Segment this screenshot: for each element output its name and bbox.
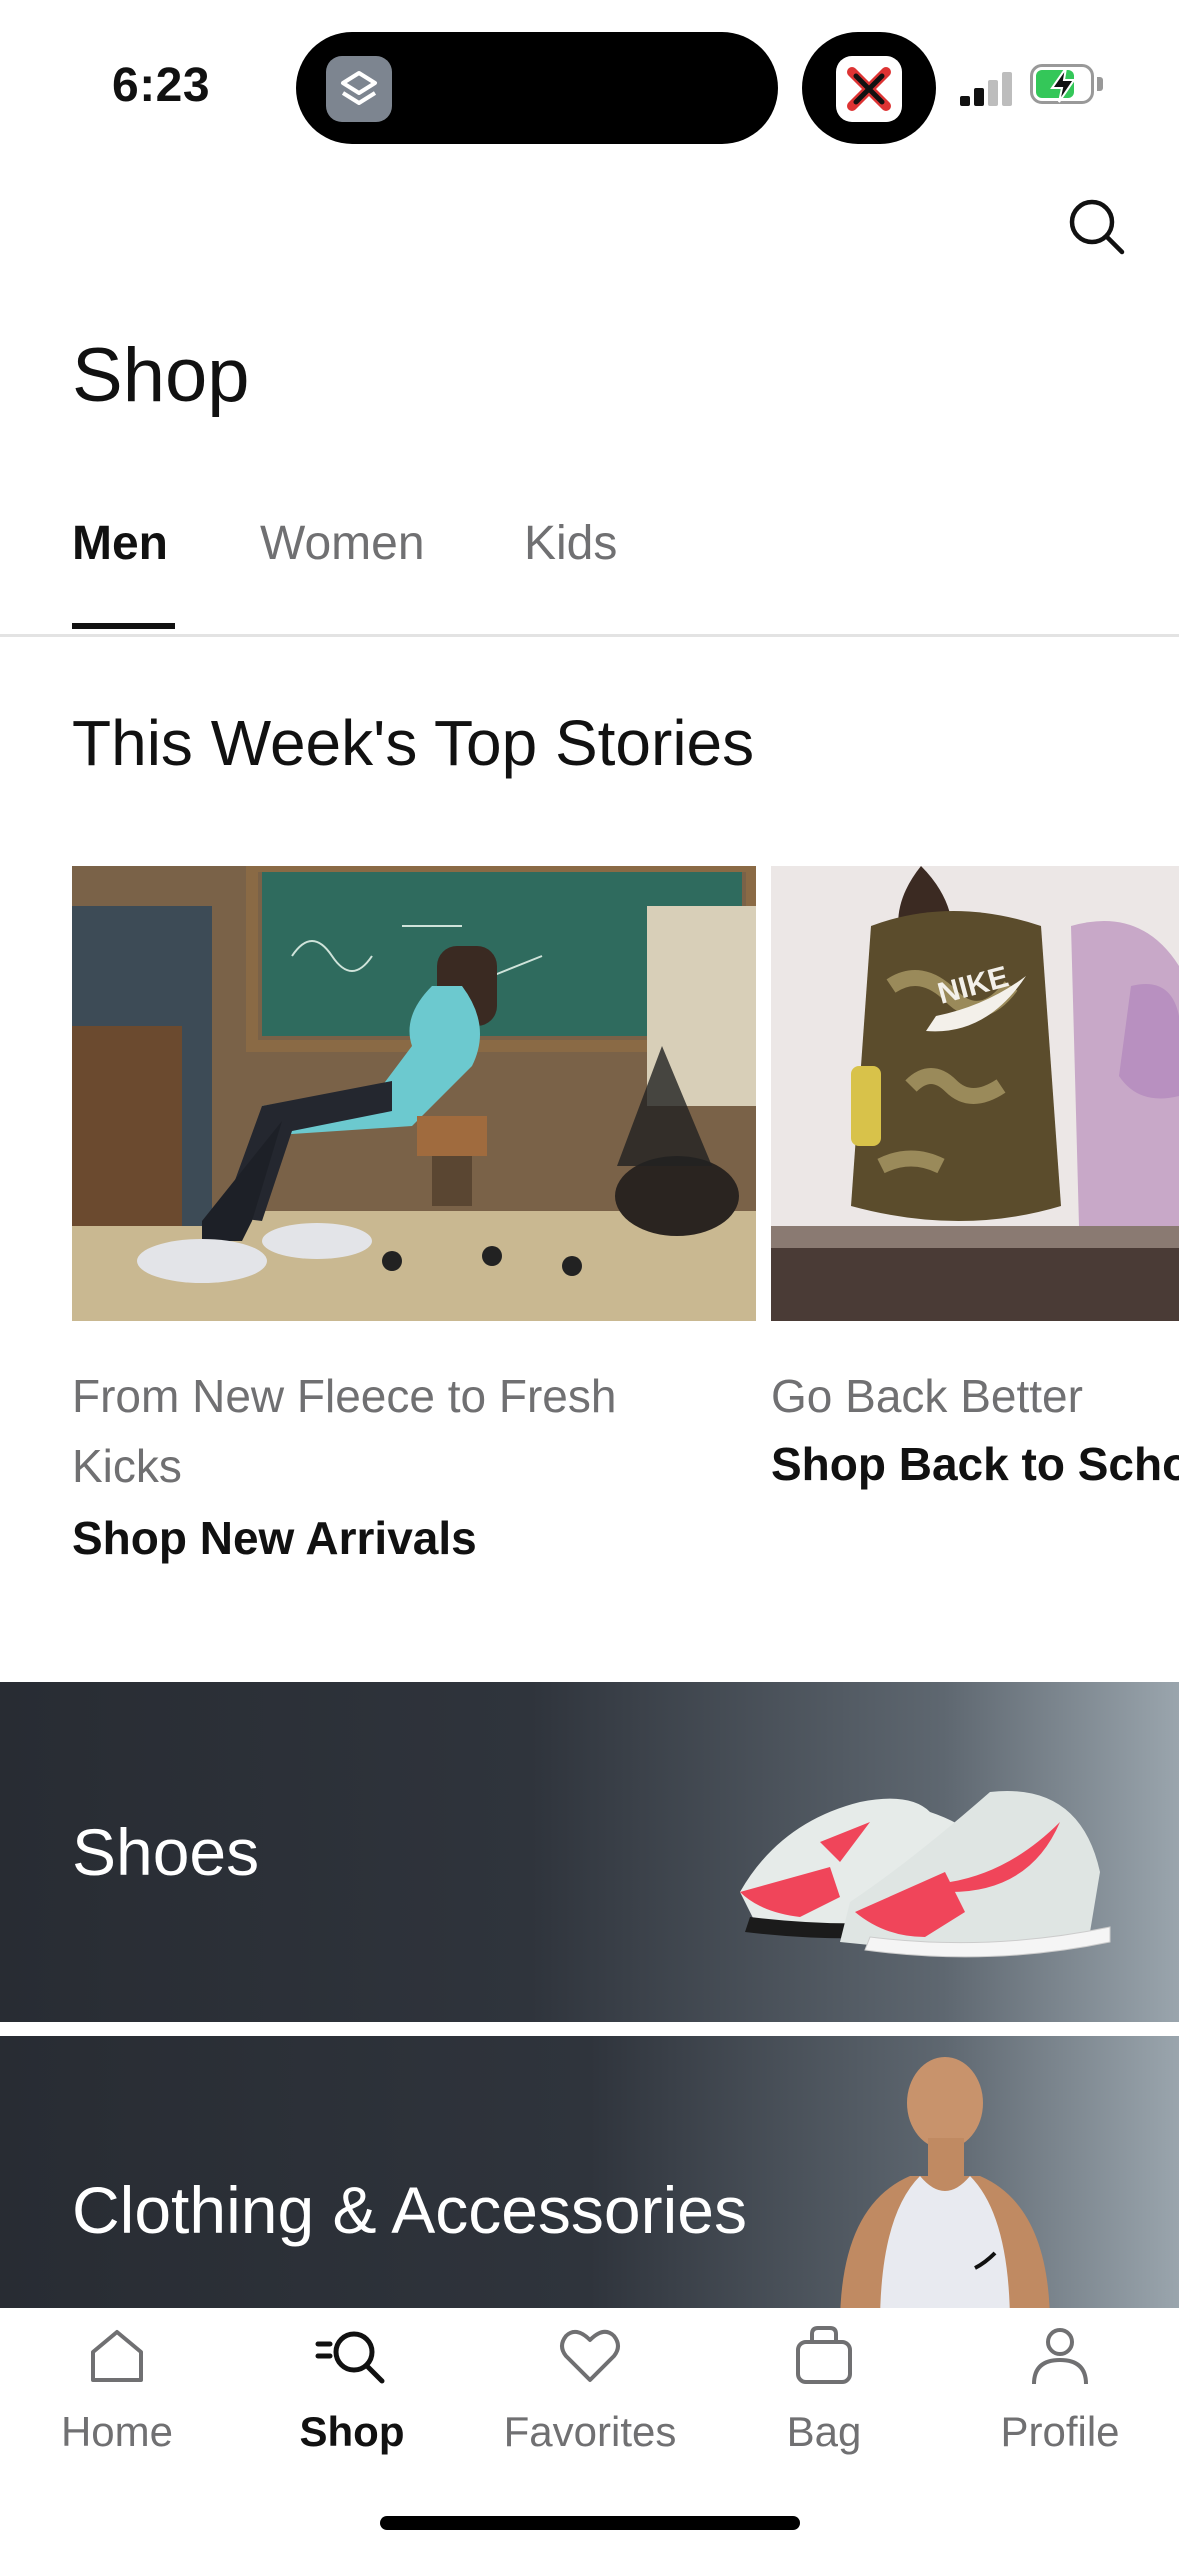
nav-home[interactable]: Home bbox=[17, 2316, 217, 2456]
cellular-signal-icon bbox=[960, 70, 1016, 106]
story-card-new-arrivals[interactable]: From New Fleece to Fresh Kicks Shop New … bbox=[72, 866, 756, 1565]
shortcuts-app-icon bbox=[326, 56, 392, 122]
nav-label: Shop bbox=[299, 2408, 405, 2455]
model-image bbox=[840, 2057, 1050, 2326]
story-subtitle: From New Fleece to Fresh Kicks bbox=[72, 1370, 617, 1492]
active-tab-indicator bbox=[72, 623, 175, 629]
status-time: 6:23 bbox=[112, 59, 211, 112]
search-button[interactable] bbox=[1062, 192, 1132, 262]
app-activity-icon bbox=[836, 56, 902, 122]
home-indicator[interactable] bbox=[380, 2516, 800, 2530]
dynamic-island[interactable] bbox=[296, 32, 778, 144]
nav-label: Profile bbox=[1000, 2408, 1120, 2455]
bag-icon bbox=[796, 2326, 852, 2384]
story-subtitle: Go Back Better bbox=[771, 1370, 1083, 1422]
category-label: Clothing & Accessories bbox=[72, 2173, 747, 2247]
nav-label: Bag bbox=[786, 2408, 862, 2455]
gender-tabs: Men Women Kids bbox=[0, 500, 1179, 637]
category-shoes-banner[interactable]: Shoes bbox=[0, 1682, 1179, 2022]
page-title: Shop bbox=[72, 333, 250, 418]
nav-shop[interactable]: Shop bbox=[252, 2316, 452, 2456]
tab-men[interactable]: Men bbox=[72, 516, 168, 571]
live-activity[interactable] bbox=[802, 32, 936, 144]
nav-label: Favorites bbox=[503, 2408, 677, 2455]
battery-icon bbox=[1030, 64, 1104, 106]
search-icon bbox=[1069, 199, 1125, 255]
heart-icon bbox=[560, 2329, 620, 2382]
tab-kids[interactable]: Kids bbox=[524, 516, 617, 571]
story-link[interactable]: Shop New Arrivals bbox=[72, 1511, 756, 1565]
tab-women[interactable]: Women bbox=[260, 516, 425, 571]
profile-icon bbox=[1032, 2328, 1088, 2385]
story-link[interactable]: Shop Back to School bbox=[771, 1437, 1179, 1491]
home-icon bbox=[91, 2330, 143, 2382]
nav-bag[interactable]: Bag bbox=[724, 2316, 924, 2456]
shoes-image bbox=[740, 1791, 1111, 1958]
story-card-back-to-school[interactable]: NIKE Go Back Better Shop Back to School bbox=[771, 866, 1179, 1491]
status-bar: 6:23 bbox=[0, 0, 1179, 170]
nav-label: Home bbox=[60, 2408, 174, 2455]
story-image-backpack: NIKE bbox=[771, 866, 1179, 1321]
category-label: Shoes bbox=[72, 1815, 260, 1889]
story-image-classroom bbox=[72, 866, 756, 1321]
category-clothing-banner[interactable]: Clothing & Accessories bbox=[0, 2036, 1179, 2326]
shop-search-icon bbox=[315, 2331, 385, 2384]
nav-favorites[interactable]: Favorites bbox=[490, 2316, 690, 2456]
section-title: This Week's Top Stories bbox=[72, 707, 755, 779]
nav-profile[interactable]: Profile bbox=[960, 2316, 1160, 2456]
